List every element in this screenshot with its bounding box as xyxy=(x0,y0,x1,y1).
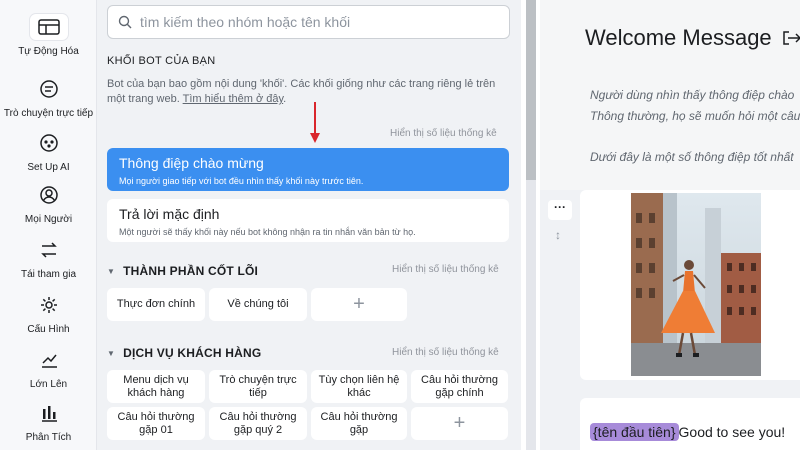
block-title: Thông điệp chào mừng xyxy=(119,155,264,171)
show-stats-link[interactable]: Hiển thị số liệu thống kê xyxy=(390,128,497,139)
scrollbar[interactable] xyxy=(526,0,536,450)
block-chip[interactable]: Về chúng tôi xyxy=(209,288,307,321)
add-block-button[interactable]: + xyxy=(311,288,407,321)
nav-item-automation[interactable]: Tự Động Hóa xyxy=(0,14,97,57)
block-chip[interactable]: Câu hỏi thường gặp chính xyxy=(411,370,508,403)
block-welcome-message[interactable]: Thông điệp chào mừng Mọi người giao tiếp… xyxy=(107,148,509,191)
chat-icon xyxy=(30,76,68,102)
scroll-thumb[interactable] xyxy=(526,0,536,180)
description-end: . xyxy=(283,93,287,105)
block-chip[interactable]: Câu hỏi thường gặp xyxy=(311,407,407,440)
block-chip[interactable]: Menu dịch vụ khách hàng xyxy=(107,370,205,403)
show-stats-link[interactable]: Hiển thị số liệu thống kê xyxy=(392,264,499,275)
nav-label: Cấu Hình xyxy=(27,324,70,335)
first-name-tag[interactable]: {tên đầu tiên} xyxy=(590,423,679,441)
people-icon xyxy=(30,182,68,208)
gallery-photo xyxy=(631,193,761,376)
grow-icon xyxy=(30,347,68,373)
automation-icon xyxy=(29,14,68,40)
add-block-button[interactable]: + xyxy=(411,407,508,440)
description-text: Bot của bạn bao gồm nội dung 'khối'. Các… xyxy=(107,78,496,105)
nav-item-grow[interactable]: Lớn Lên xyxy=(0,347,97,390)
group-header-customer-service[interactable]: ▼ DỊCH VỤ KHÁCH HÀNG xyxy=(107,346,261,360)
search-icon xyxy=(118,15,132,34)
block-chip[interactable]: Tùy chọn liên hệ khác xyxy=(311,370,407,403)
collapse-triangle-icon: ▼ xyxy=(107,348,116,358)
block-subtitle: Mọi người giao tiếp với bot đều nhìn thấ… xyxy=(119,176,364,186)
search-box[interactable] xyxy=(107,5,510,39)
block-chip[interactable]: Trò chuyện trực tiếp xyxy=(209,370,307,403)
analytics-icon xyxy=(30,400,68,426)
nav-item-reengage[interactable]: Tái tham gia xyxy=(0,237,97,280)
editor-title[interactable]: Welcome Message xyxy=(585,25,772,51)
block-default-answer[interactable]: Trả lời mặc định Một người sẽ thấy khối … xyxy=(107,199,509,242)
message-rest: Good to see you! xyxy=(678,424,786,440)
nav-label: Mọi Người xyxy=(24,214,73,225)
message-text[interactable]: {tên đầu tiên} Good to see you! xyxy=(590,423,786,441)
nav-label: Tự Động Hóa xyxy=(18,46,79,57)
group-header-core[interactable]: ▼ THÀNH PHẦN CỐT LÕI xyxy=(107,264,258,278)
nav-item-settings[interactable]: Cấu Hình xyxy=(0,292,97,335)
nav-item-setup-ai[interactable]: Set Up AI xyxy=(0,130,97,173)
reengage-icon xyxy=(30,237,68,263)
collapse-triangle-icon: ▼ xyxy=(107,266,116,276)
export-icon[interactable] xyxy=(781,28,800,53)
nav-label: Lớn Lên xyxy=(29,379,68,390)
section-description: Bot của bạn bao gồm nội dung 'khối'. Các… xyxy=(107,77,507,107)
left-nav: Tự Động Hóa Trò chuyện trực tiếp Set Up … xyxy=(0,0,97,450)
nav-item-analytics[interactable]: Phân Tích xyxy=(0,400,97,443)
group-title: THÀNH PHẦN CỐT LÕI xyxy=(123,264,259,278)
block-title: Trả lời mặc định xyxy=(119,206,220,222)
nav-label: Tái tham gia xyxy=(20,269,77,280)
nav-item-live-chat[interactable]: Trò chuyện trực tiếp xyxy=(0,76,97,119)
block-chip[interactable]: Câu hỏi thường gặp quý 2 xyxy=(209,407,307,440)
section-title: KHỐI BOT CỦA BẠN xyxy=(107,55,216,67)
nav-label: Phân Tích xyxy=(25,432,72,443)
show-stats-link[interactable]: Hiển thị số liệu thống kê xyxy=(392,347,499,358)
editor-text-line: Thông thường, họ sẽ muốn hỏi một câu xyxy=(590,109,800,123)
drag-handle-icon[interactable]: ↕ xyxy=(555,228,561,242)
learn-more-link[interactable]: Tìm hiểu thêm ở đây xyxy=(183,93,284,105)
ai-icon xyxy=(30,130,68,156)
nav-label: Set Up AI xyxy=(27,162,70,173)
card-menu-button[interactable]: ··· xyxy=(548,200,572,220)
group-title: DỊCH VỤ KHÁCH HÀNG xyxy=(123,346,262,360)
gear-icon xyxy=(30,292,68,318)
nav-item-people[interactable]: Mọi Người xyxy=(0,182,97,225)
block-subtitle: Một người sẽ thấy khối này nếu bot không… xyxy=(119,227,416,237)
search-input[interactable] xyxy=(140,12,500,32)
editor-text-line: Dưới đây là một số thông điệp tốt nhất xyxy=(590,150,794,164)
block-chip[interactable]: Câu hỏi thường gặp 01 xyxy=(107,407,205,440)
editor-text-line: Người dùng nhìn thấy thông điệp chào xyxy=(590,88,795,102)
block-chip[interactable]: Thực đơn chính xyxy=(107,288,205,321)
nav-label: Trò chuyện trực tiếp xyxy=(3,108,94,119)
red-arrow-annotation xyxy=(309,102,321,149)
